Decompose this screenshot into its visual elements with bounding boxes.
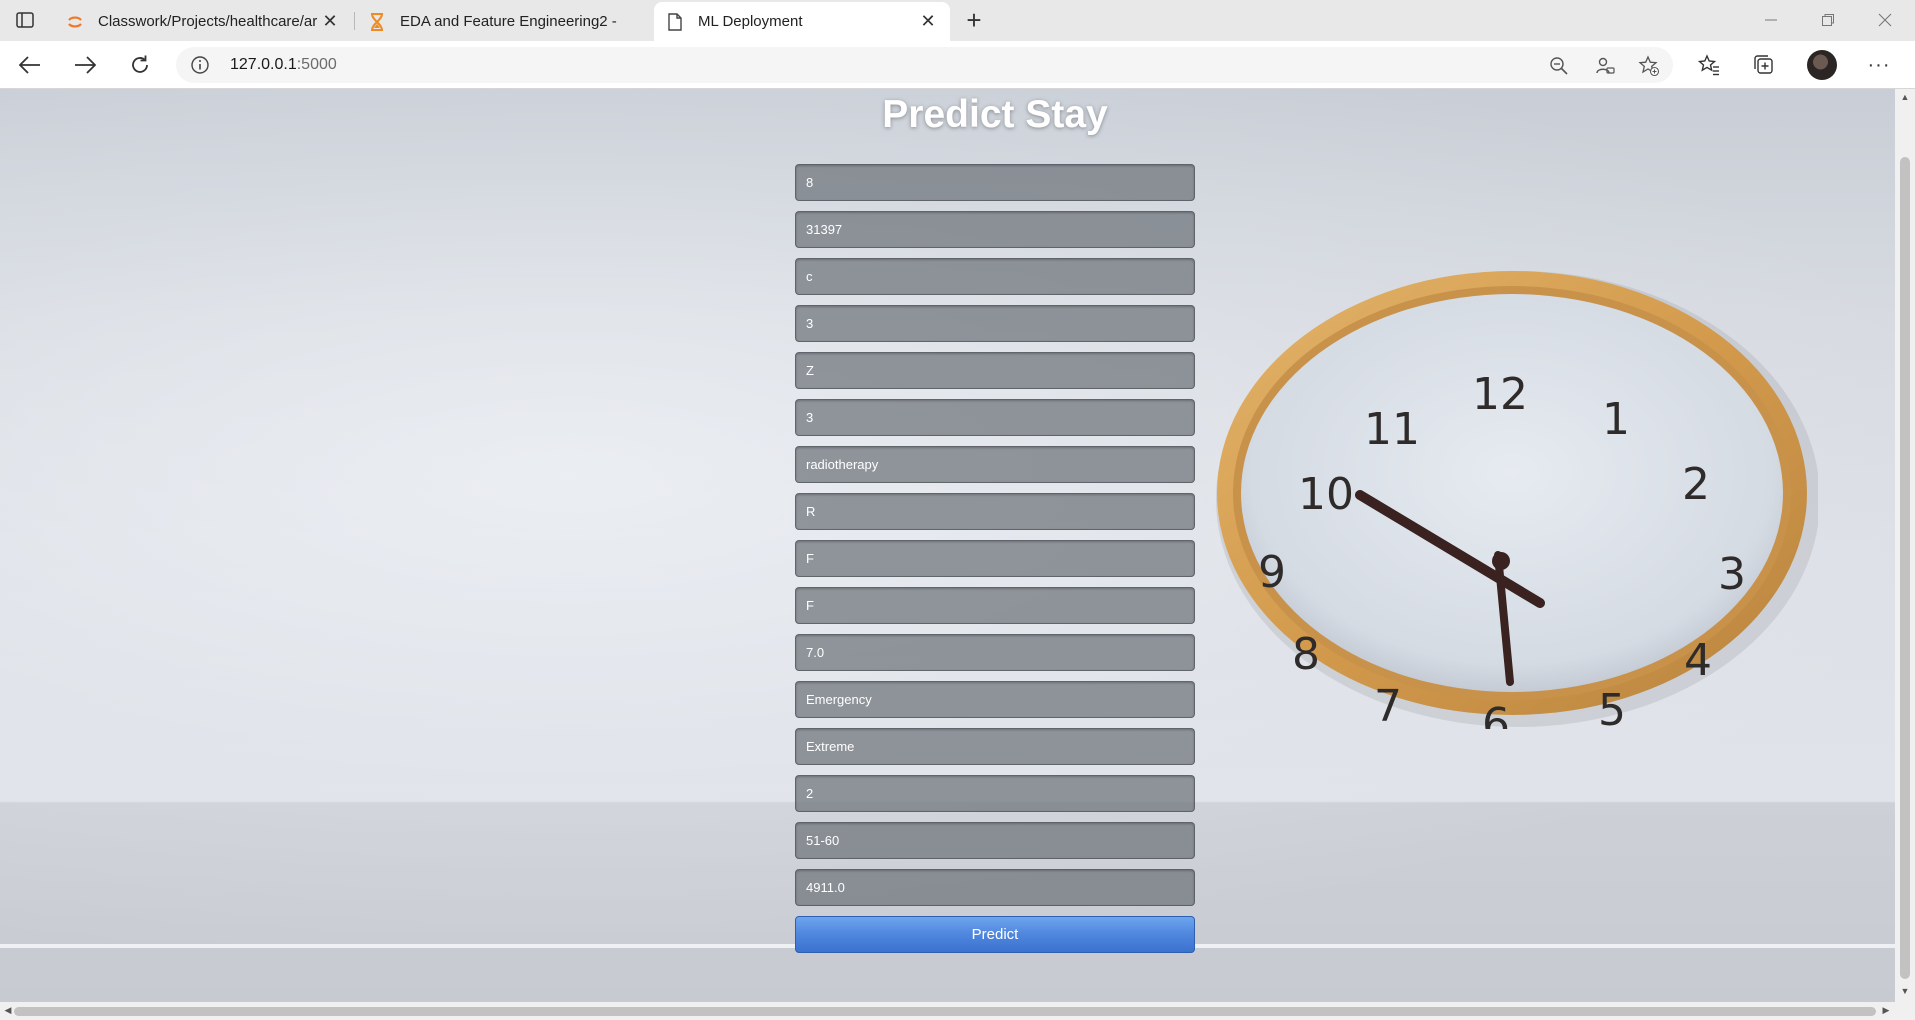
form-field-16[interactable] [795,869,1195,906]
scroll-right-icon[interactable]: ▶ [1880,1005,1892,1017]
form-field-5[interactable] [795,352,1195,389]
clock-numeral: 5 [1598,685,1626,729]
address-bar[interactable]: 127.0.0.1:5000 [176,47,1673,83]
horizontal-scroll-thumb[interactable] [14,1007,1876,1016]
page-title: Predict Stay [882,93,1108,136]
form-field-9[interactable] [795,540,1195,577]
tab-title: EDA and Feature Engineering2 - [400,13,617,30]
form-field-2[interactable] [795,211,1195,248]
form-field-8[interactable] [795,493,1195,530]
account-sync-icon[interactable] [1594,55,1616,77]
clock-numeral: 10 [1298,469,1354,520]
clock-numeral: 4 [1684,635,1712,686]
zoom-out-icon[interactable] [1548,55,1570,77]
scroll-left-icon[interactable]: ◀ [2,1005,14,1017]
vertical-scrollbar[interactable]: ▲ ▼ [1895,89,1915,1002]
vertical-scroll-thumb[interactable] [1900,157,1910,979]
tab-eda[interactable]: EDA and Feature Engineering2 - [356,2,654,41]
tab-close-icon[interactable]: ✕ [320,11,340,32]
clock-numeral: 3 [1718,549,1746,600]
add-favorite-icon[interactable] [1638,55,1660,77]
clock-numeral: 2 [1682,459,1710,510]
favorites-icon[interactable] [1694,50,1724,80]
page-icon [666,12,684,31]
restore-icon[interactable] [1800,0,1856,40]
form-field-13[interactable] [795,728,1195,765]
more-options-icon[interactable]: ··· [1864,50,1894,80]
page-viewport: 12 1 2 3 4 5 6 7 8 9 10 11 Predict Stay [0,89,1895,1002]
scroll-down-icon[interactable]: ▼ [1899,986,1911,998]
clock-numeral: 9 [1258,547,1286,598]
clock-numeral: 12 [1472,369,1528,420]
form-field-6[interactable] [795,399,1195,436]
tab-actions-icon[interactable] [10,7,40,33]
clock-numeral: 7 [1374,681,1402,729]
forward-icon[interactable] [68,49,102,81]
url-text: 127.0.0.1:5000 [230,56,337,74]
form-field-7[interactable] [795,446,1195,483]
url-host: 127.0.0.1 [230,56,297,73]
collections-icon[interactable] [1749,50,1779,80]
info-icon[interactable] [190,55,210,75]
close-window-icon[interactable] [1857,0,1913,40]
horizontal-scrollbar[interactable]: ◀ ▶ [0,1002,1895,1020]
form-field-12[interactable] [795,681,1195,718]
tab-ml-deployment[interactable]: ML Deployment ✕ [654,2,950,41]
predict-button[interactable]: Predict [795,916,1195,953]
hourglass-icon [368,12,386,31]
form-field-10[interactable] [795,587,1195,624]
form-field-11[interactable] [795,634,1195,671]
minimize-icon[interactable] [1743,0,1799,40]
profile-avatar[interactable] [1807,50,1837,80]
clock-numeral: 11 [1364,404,1420,455]
form-field-15[interactable] [795,822,1195,859]
back-icon[interactable] [13,49,47,81]
browser-toolbar: 127.0.0.1:5000 ··· [0,41,1915,89]
tab-close-icon[interactable]: ✕ [918,11,938,32]
form-field-14[interactable] [795,775,1195,812]
tab-strip: Classwork/Projects/healthcare/ar ✕ EDA a… [0,0,1915,41]
jupyter-icon [66,13,84,31]
scrollbar-corner [1895,1002,1915,1020]
clock-numeral: 6 [1482,699,1510,729]
new-tab-button[interactable]: + [960,5,988,35]
scroll-up-icon[interactable]: ▲ [1899,92,1911,104]
wall-clock-image: 12 1 2 3 4 5 6 7 8 9 10 11 [1216,271,1818,729]
form-field-1[interactable] [795,164,1195,201]
url-port: :5000 [296,56,337,73]
tab-title: ML Deployment [698,13,803,30]
tab-jupyter[interactable]: Classwork/Projects/healthcare/ar ✕ [54,2,352,41]
predict-form: Predict [795,164,1195,953]
tab-title: Classwork/Projects/healthcare/ar [98,13,318,30]
refresh-icon[interactable] [123,49,157,81]
form-field-3[interactable] [795,258,1195,295]
clock-numeral: 8 [1292,629,1320,680]
form-field-4[interactable] [795,305,1195,342]
tab-separator [354,12,355,30]
clock-numeral: 1 [1602,394,1630,445]
